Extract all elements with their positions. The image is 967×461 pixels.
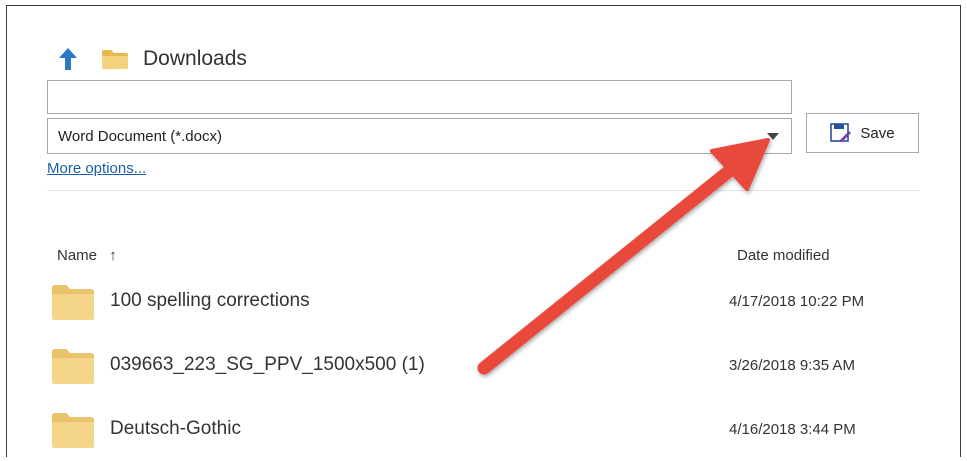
folder-icon <box>51 411 95 449</box>
list-item[interactable]: Deutsch-Gothic 4/16/2018 3:44 PM <box>47 405 919 461</box>
list-item[interactable]: 039663_223_SG_PPV_1500x500 (1) 3/26/2018… <box>47 341 919 397</box>
chevron-down-icon[interactable] <box>767 133 779 140</box>
file-name: 100 spelling corrections <box>110 290 310 311</box>
folder-icon <box>51 347 95 385</box>
file-date: 4/17/2018 10:22 PM <box>729 293 865 310</box>
column-name-label: Name <box>57 247 98 264</box>
filetype-select[interactable]: Word Document (*.docx) <box>47 118 792 154</box>
file-date: 4/16/2018 3:44 PM <box>729 421 856 438</box>
more-options-link[interactable]: More options... <box>47 160 146 177</box>
current-folder-name[interactable]: Downloads <box>143 47 247 71</box>
save-icon <box>830 123 852 143</box>
save-button-label: Save <box>860 124 895 142</box>
divider <box>47 190 919 191</box>
filename-input[interactable] <box>47 80 792 114</box>
location-bar: Downloads <box>55 44 247 74</box>
file-name: Deutsch-Gothic <box>110 418 241 439</box>
column-header-date-modified[interactable]: Date modified <box>737 247 830 264</box>
arrow-up-icon[interactable] <box>55 46 81 72</box>
column-header-name[interactable]: Name ↑ <box>57 247 117 264</box>
file-name: 039663_223_SG_PPV_1500x500 (1) <box>110 354 425 375</box>
save-button[interactable]: Save <box>806 113 919 153</box>
file-date: 3/26/2018 9:35 AM <box>729 357 855 374</box>
filetype-selected-value: Word Document (*.docx) <box>58 127 222 145</box>
folder-icon <box>101 48 129 70</box>
list-item[interactable]: 100 spelling corrections 4/17/2018 10:22… <box>47 277 919 333</box>
sort-ascending-icon: ↑ <box>109 247 117 264</box>
folder-icon <box>51 283 95 321</box>
